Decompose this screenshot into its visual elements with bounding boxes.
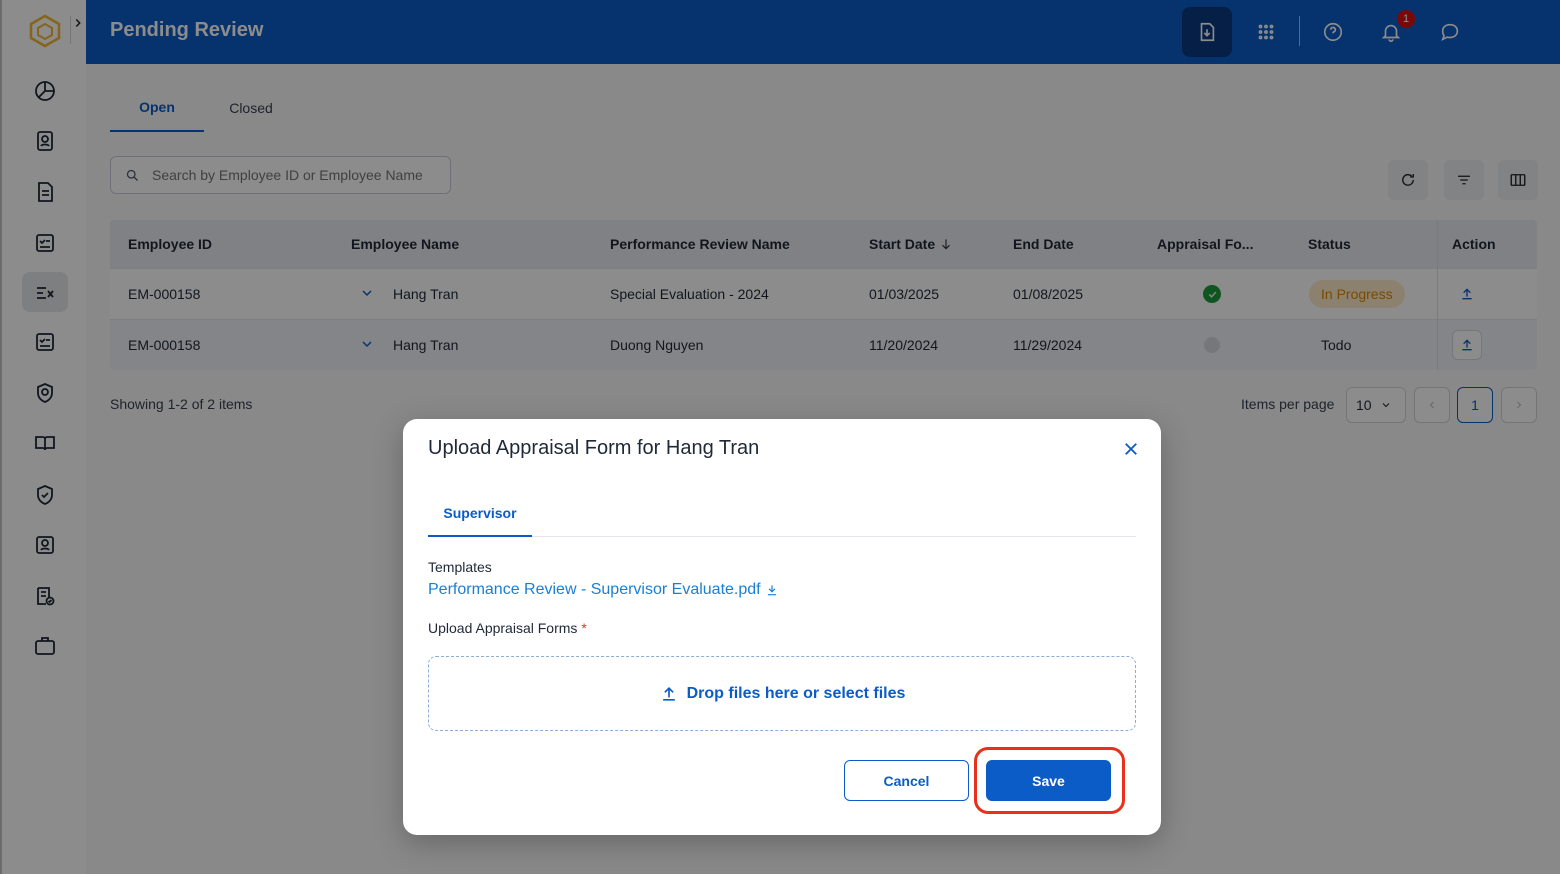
modal-tabs: Supervisor <box>428 491 1136 537</box>
upload-forms-label-text: Upload Appraisal Forms <box>428 620 578 636</box>
cancel-button[interactable]: Cancel <box>844 760 969 801</box>
close-icon <box>1125 443 1137 455</box>
templates-label: Templates <box>428 559 492 575</box>
modal-title: Upload Appraisal Form for Hang Tran <box>428 437 760 459</box>
save-highlight-annotation <box>974 747 1125 814</box>
template-download-link[interactable]: Performance Review - Supervisor Evaluate… <box>428 581 779 599</box>
dropzone-text: Drop files here or select files <box>686 684 906 702</box>
upload-appraisal-modal: Upload Appraisal Form for Hang Tran Supe… <box>403 419 1161 835</box>
upload-forms-label: Upload Appraisal Forms * <box>428 620 587 636</box>
required-asterisk: * <box>581 620 587 636</box>
close-button[interactable] <box>1119 437 1143 461</box>
download-icon <box>767 585 776 596</box>
tab-supervisor[interactable]: Supervisor <box>428 491 532 537</box>
file-dropzone[interactable]: Drop files here or select files <box>428 656 1136 731</box>
template-file-name: Performance Review - Supervisor Evaluate… <box>428 581 761 598</box>
upload-icon <box>662 686 675 701</box>
